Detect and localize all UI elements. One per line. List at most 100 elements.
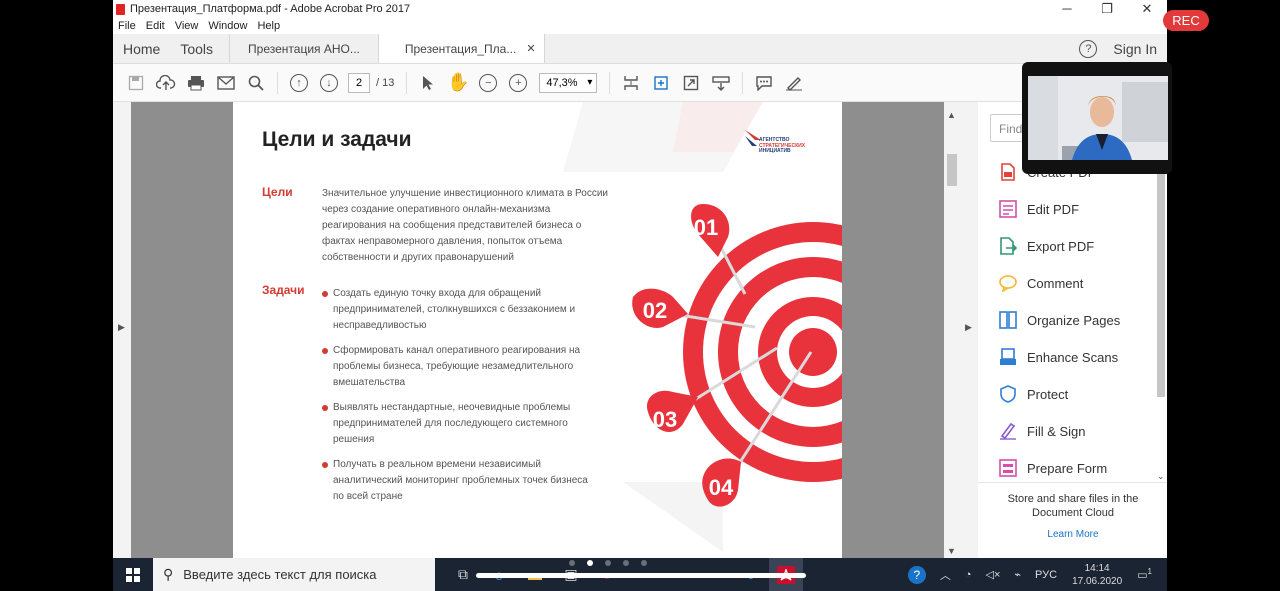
media-dot <box>587 560 593 566</box>
sign-in-button[interactable]: Sign In <box>1113 41 1157 57</box>
menu-window[interactable]: Window <box>203 20 252 32</box>
language-indicator[interactable]: РУС <box>1035 569 1057 581</box>
hand-tool-icon[interactable]: ✋ <box>447 72 469 94</box>
left-panel-toggle[interactable]: ▶ <box>113 102 131 558</box>
tool-export-pdf[interactable]: Export PDF <box>998 236 1094 256</box>
menu-edit[interactable]: Edit <box>141 20 170 32</box>
wifi-icon[interactable]: ◔ <box>965 569 972 581</box>
chevron-up-icon[interactable]: ︿ <box>940 567 951 583</box>
right-panel-toggle[interactable]: ▶ <box>960 102 978 558</box>
page-total: / 13 <box>376 76 395 89</box>
tool-label: Organize Pages <box>1027 312 1121 328</box>
prev-page-icon[interactable]: ↑ <box>288 72 310 94</box>
expand-left-icon[interactable]: ▶ <box>118 322 125 333</box>
doc-tab-2[interactable]: Презентация_Пла... ✕ <box>377 34 545 63</box>
webcam-overlay <box>1022 62 1172 174</box>
task-item: Получать в реальном времени независимый … <box>322 457 592 505</box>
menu-file[interactable]: File <box>113 20 141 32</box>
divider <box>978 482 1167 483</box>
tab-home[interactable]: Home <box>113 41 170 57</box>
dart-label: 04 <box>709 475 734 500</box>
zoom-in-icon[interactable]: + <box>507 72 529 94</box>
help-tray-icon[interactable]: ? <box>907 565 926 584</box>
comment-icon <box>998 273 1018 293</box>
chevron-down-icon[interactable]: ⌄ <box>1157 471 1165 482</box>
menu-help[interactable]: Help <box>252 20 285 32</box>
media-dot <box>623 560 629 566</box>
pen-icon[interactable] <box>783 72 805 94</box>
title-bar: Презентация_Платформа.pdf - Adobe Acroba… <box>113 0 1167 18</box>
recording-indicator: REC <box>1163 10 1209 31</box>
asi-logo: АГЕНТСТВО СТРАТЕГИЧЕСКИХ ИНИЦИАТИВ <box>743 128 823 162</box>
fit-page-icon[interactable] <box>620 72 642 94</box>
scroll-down-icon[interactable]: ▼ <box>947 546 956 556</box>
tool-prepare-form[interactable]: Prepare Form <box>998 458 1107 478</box>
tool-organize-pages[interactable]: Organize Pages <box>998 310 1120 330</box>
goals-label: Цели <box>262 185 293 199</box>
full-screen-icon[interactable] <box>680 72 702 94</box>
tool-label: Export PDF <box>1027 238 1095 254</box>
windows-start-icon[interactable] <box>113 567 153 582</box>
zoom-select[interactable]: 47,3% <box>539 72 598 93</box>
tools-scrollbar[interactable]: ⌄ <box>1155 152 1167 482</box>
network-icon[interactable]: ⌁ <box>1014 568 1021 581</box>
scroll-thumb[interactable] <box>1157 152 1165 397</box>
email-icon[interactable] <box>215 72 237 94</box>
tool-protect[interactable]: Protect <box>998 384 1068 404</box>
clock[interactable]: 14:14 17.06.2020 <box>1072 562 1122 588</box>
document-scrollbar[interactable]: ▲ ▼ <box>944 102 960 558</box>
zoom-out-icon[interactable]: − <box>477 72 499 94</box>
logo-text: АГЕНТСТВО СТРАТЕГИЧЕСКИХ ИНИЦИАТИВ <box>759 137 806 154</box>
minimize-button[interactable]: ─ <box>1047 0 1087 18</box>
cloud-upload-icon[interactable] <box>155 72 177 94</box>
tool-label: Prepare Form <box>1027 460 1108 476</box>
rotate-view-icon[interactable] <box>650 72 672 94</box>
search-icon: ⚲ <box>163 566 174 582</box>
dart-04: 04 <box>702 458 741 507</box>
help-icon[interactable]: ? <box>1079 39 1098 58</box>
target-illustration: 01 02 03 04 <box>623 204 842 552</box>
comment-icon[interactable] <box>753 72 775 94</box>
next-page-icon[interactable]: ↓ <box>318 72 340 94</box>
doc-tab-label: Презентация_Пла... <box>404 41 517 56</box>
taskbar-search-placeholder: Введите здесь текст для поиска <box>183 567 377 582</box>
notifications-icon[interactable]: ▭1 <box>1137 567 1152 582</box>
tool-edit-pdf[interactable]: Edit PDF <box>998 199 1079 219</box>
page-number-input[interactable]: 2 <box>348 72 370 93</box>
close-tab-icon[interactable]: ✕ <box>526 42 535 55</box>
tab-tools[interactable]: Tools <box>170 41 223 57</box>
scroll-thumb[interactable] <box>947 154 957 186</box>
organize-pages-icon <box>998 310 1018 330</box>
learn-more-link[interactable]: Learn More <box>998 529 1148 540</box>
close-window-button[interactable]: ✕ <box>1127 0 1167 18</box>
tool-comment[interactable]: Comment <box>998 273 1083 293</box>
media-progress-bar[interactable] <box>476 573 806 578</box>
tool-enhance-scans[interactable]: Enhance Scans <box>998 347 1118 367</box>
collapse-right-icon[interactable]: ▶ <box>965 322 972 333</box>
task-item: Создать единую точку входа для обращений… <box>322 286 592 334</box>
menu-bar: File Edit View Window Help <box>113 18 1167 34</box>
doc-tab-1[interactable]: Презентация АНО... <box>229 34 378 63</box>
tool-fill-sign[interactable]: Fill & Sign <box>998 421 1086 441</box>
volume-icon[interactable]: ◁× <box>986 568 1001 581</box>
scroll-mode-icon[interactable] <box>710 72 732 94</box>
clock-date: 17.06.2020 <box>1072 575 1123 587</box>
task-item: Выявлять нестандартные, неочевидные проб… <box>322 400 592 448</box>
scroll-up-icon[interactable]: ▲ <box>947 110 956 120</box>
maximize-button[interactable]: ❐ <box>1087 0 1127 18</box>
tool-label: Fill & Sign <box>1027 423 1086 439</box>
tasks-list: Создать единую точку входа для обращений… <box>322 286 592 514</box>
menu-view[interactable]: View <box>170 20 204 32</box>
tool-label: Enhance Scans <box>1027 349 1119 365</box>
print-icon[interactable] <box>185 72 207 94</box>
save-icon[interactable] <box>125 72 147 94</box>
dart-01: 01 <box>691 204 730 257</box>
taskbar-search[interactable]: ⚲ Введите здесь текст для поиска <box>153 558 435 591</box>
search-icon[interactable] <box>245 72 267 94</box>
window-title: Презентация_Платформа.pdf - Adobe Acroba… <box>130 3 411 15</box>
create-pdf-icon <box>998 162 1018 182</box>
select-cursor-icon[interactable] <box>417 72 439 94</box>
toolbar-divider <box>406 71 408 94</box>
doc-tab-label: Презентация АНО... <box>248 41 360 56</box>
export-pdf-icon <box>998 236 1018 256</box>
